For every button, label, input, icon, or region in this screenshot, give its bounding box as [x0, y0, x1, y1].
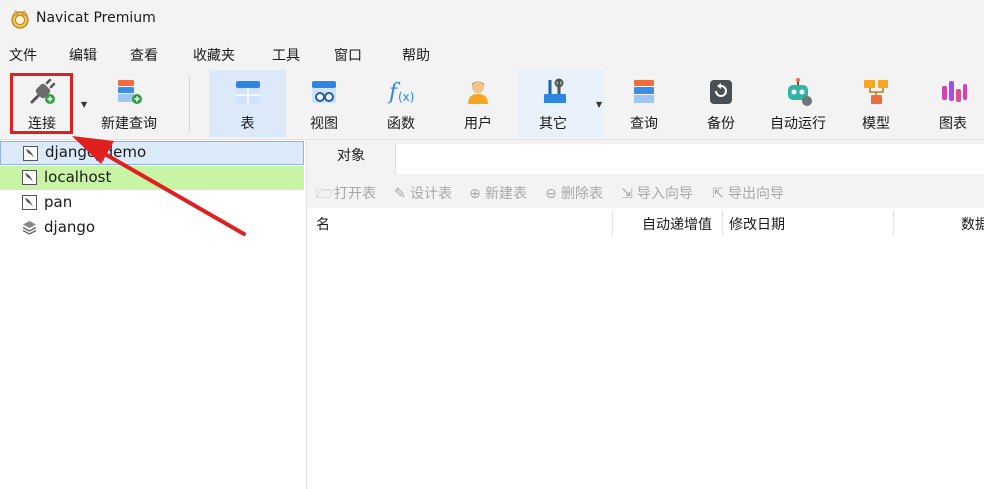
table-button[interactable]: 表 [209, 70, 286, 137]
user-button[interactable]: 用户 [446, 70, 510, 137]
column-divider[interactable] [893, 210, 894, 236]
robot-icon [782, 76, 814, 108]
function-icon: f (x) [385, 76, 417, 108]
automation-button[interactable]: 自动运行 [762, 70, 834, 137]
chart-button[interactable]: 图表 [922, 70, 984, 137]
app-title: Navicat Premium [36, 10, 156, 26]
column-auto-increment-header[interactable]: 自动递增值 [642, 214, 712, 234]
minus-circle-icon: ⊖ [545, 186, 557, 202]
menu-bar: 文件 编辑 查看 收藏夹 工具 窗口 帮助 [0, 38, 984, 70]
delete-table-button[interactable]: ⊖ 删除表 [543, 183, 603, 203]
others-button[interactable]: 其它 [518, 70, 604, 137]
delete-table-label: 删除表 [561, 186, 603, 202]
column-divider[interactable] [722, 210, 723, 236]
main-toolbar: 连接 ▼ 新建查询 表 视图 f (x) 函数 用户 其它 ▼ 查询 备份 自动… [0, 70, 984, 140]
new-table-button[interactable]: ⊕ 新建表 [467, 183, 527, 203]
column-divider[interactable] [612, 210, 613, 236]
others-label: 其它 [539, 116, 567, 132]
menu-view[interactable]: 查看 [130, 45, 158, 65]
tree-item-localhost[interactable]: localhost [0, 166, 304, 190]
user-label: 用户 [464, 116, 492, 132]
object-toolbar: 🗁打开表 ✎ 设计表 ⊕ 新建表 ⊖ 删除表 ⇲ 导入向导 ⇱ 导出向导 [307, 174, 984, 208]
view-button[interactable]: 视图 [290, 70, 358, 137]
new-table-label: 新建表 [485, 186, 527, 202]
tab-content-area [395, 144, 984, 174]
open-table-button[interactable]: 🗁打开表 [316, 183, 376, 207]
new-query-icon [113, 76, 145, 108]
menu-help[interactable]: 帮助 [402, 45, 430, 65]
query-button[interactable]: 查询 [614, 70, 674, 137]
import-wizard-button[interactable]: ⇲ 导入向导 [619, 183, 693, 203]
svg-text:(x): (x) [398, 90, 414, 104]
new-query-button[interactable]: 新建查询 [92, 70, 166, 137]
table-label: 表 [240, 116, 255, 132]
title-bar: Navicat Premium [0, 0, 984, 38]
model-icon [860, 76, 892, 108]
tree-item-django[interactable]: django [0, 216, 304, 240]
menu-tools[interactable]: 工具 [272, 45, 300, 65]
tools-icon [539, 76, 571, 108]
main-panel: 对象 🗁打开表 ✎ 设计表 ⊕ 新建表 ⊖ 删除表 ⇲ 导入向导 ⇱ 导出向导 名 自动递… [307, 140, 984, 489]
column-modified-date-header[interactable]: 修改日期 [729, 214, 785, 234]
menu-edit[interactable]: 编辑 [69, 45, 97, 65]
design-table-label: 设计表 [410, 186, 452, 202]
column-data-header[interactable]: 数据 [961, 214, 984, 234]
query-label: 查询 [630, 116, 658, 132]
tree-item-pan[interactable]: pan [0, 191, 304, 215]
database-stack-icon [22, 220, 37, 235]
new-query-label: 新建查询 [101, 116, 157, 132]
function-label: 函数 [387, 116, 415, 132]
export-icon: ⇱ [712, 186, 724, 202]
view-icon [308, 76, 340, 108]
folder-open-icon: 🗁 [316, 186, 334, 202]
tree-item-label: pan [44, 193, 73, 211]
connection-tree: django_demo localhost pan django [0, 140, 307, 489]
table-icon [232, 76, 264, 108]
object-list-header: 名 自动递增值 修改日期 数据 [307, 210, 984, 236]
backup-icon [705, 76, 737, 108]
annotation-highlight-box [10, 73, 73, 134]
menu-file[interactable]: 文件 [9, 45, 37, 65]
function-button[interactable]: f (x) 函数 [368, 70, 434, 137]
query-icon [628, 76, 660, 108]
model-label: 模型 [862, 116, 890, 132]
navicat-logo-icon [10, 9, 30, 29]
open-table-label: 打开表 [334, 186, 376, 202]
export-wizard-button[interactable]: ⇱ 导出向导 [710, 183, 784, 203]
user-icon [462, 76, 494, 108]
tree-item-label: django_demo [45, 143, 147, 161]
chart-label: 图表 [939, 116, 967, 132]
connect-dropdown-icon[interactable]: ▼ [81, 100, 87, 109]
others-dropdown-icon[interactable]: ▼ [596, 100, 602, 109]
pencil-icon: ✎ [394, 186, 406, 202]
export-wizard-label: 导出向导 [728, 186, 784, 202]
mysql-connection-icon [22, 170, 37, 185]
view-label: 视图 [310, 116, 338, 132]
chart-icon [937, 76, 969, 108]
tree-item-django-demo[interactable]: django_demo [0, 141, 304, 165]
menu-window[interactable]: 窗口 [334, 45, 362, 65]
toolbar-separator [189, 76, 190, 132]
automation-label: 自动运行 [770, 116, 826, 132]
backup-button[interactable]: 备份 [690, 70, 752, 137]
plus-circle-icon: ⊕ [469, 186, 481, 202]
tree-item-label: django [44, 218, 96, 236]
mysql-connection-icon [22, 195, 37, 210]
backup-label: 备份 [707, 116, 735, 132]
design-table-button[interactable]: ✎ 设计表 [392, 183, 452, 203]
column-name-header[interactable]: 名 [316, 214, 330, 234]
mysql-connection-icon [23, 146, 38, 161]
import-icon: ⇲ [621, 186, 633, 202]
menu-favorites[interactable]: 收藏夹 [193, 45, 235, 65]
tab-objects[interactable]: 对象 [307, 140, 395, 174]
model-button[interactable]: 模型 [848, 70, 904, 137]
tree-item-label: localhost [44, 168, 112, 186]
tab-bar: 对象 [307, 140, 984, 174]
import-wizard-label: 导入向导 [637, 186, 693, 202]
